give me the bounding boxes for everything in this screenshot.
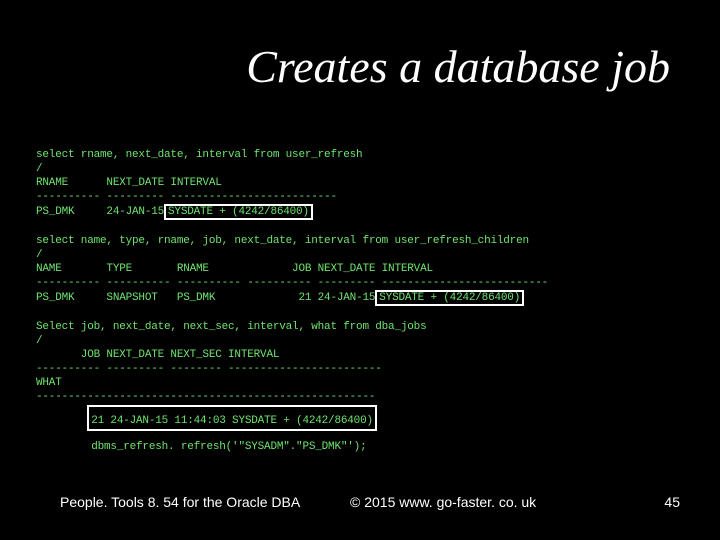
slide: Creates a database job select rname, nex… xyxy=(0,0,720,540)
code-line: ----------------------------------------… xyxy=(36,391,375,403)
highlight-box: SYSDATE + (4242/86400) xyxy=(164,204,313,220)
code-line: Select job, next_date, next_sec, interva… xyxy=(36,321,426,333)
highlight-box: SYSDATE + (4242/86400) xyxy=(375,290,524,306)
code-line: / xyxy=(36,335,42,347)
slide-title: Creates a database job xyxy=(246,40,670,93)
code-line: NAME TYPE RNAME JOB NEXT_DATE INTERVAL xyxy=(36,263,433,275)
code-line: RNAME NEXT_DATE INTERVAL xyxy=(36,177,222,189)
code-line: WHAT xyxy=(36,377,62,389)
code-line: PS_DMK SNAPSHOT PS_DMK 21 24-JAN-15 xyxy=(36,292,375,304)
code-line xyxy=(36,405,87,417)
code-line: select rname, next_date, interval from u… xyxy=(36,149,362,161)
highlight-box-large: 21 24-JAN-15 11:44:03 SYSDATE + (4242/86… xyxy=(87,405,377,431)
code-line: ---------- --------- -------- ----------… xyxy=(36,363,382,375)
code-line: JOB NEXT_DATE NEXT_SEC INTERVAL xyxy=(36,349,279,361)
footer-left: People. Tools 8. 54 for the Oracle DBA xyxy=(60,494,300,510)
page-number: 45 xyxy=(664,494,680,510)
code-line: 21 24-JAN-15 11:44:03 SYSDATE + (4242/86… xyxy=(91,415,373,427)
code-line: dbms_refresh. refresh('"SYSADM"."PS_DMK"… xyxy=(91,441,366,453)
code-line: PS_DMK 24-JAN-15 xyxy=(36,206,164,218)
footer-copyright: © 2015 www. go-faster. co. uk xyxy=(350,494,536,510)
code-line: / xyxy=(36,163,42,175)
code-line: ---------- --------- -------------------… xyxy=(36,191,337,203)
code-line: ---------- ---------- ---------- -------… xyxy=(36,277,548,289)
code-line: / xyxy=(36,249,42,261)
code-line: select name, type, rname, job, next_date… xyxy=(36,235,529,247)
code-block: select rname, next_date, interval from u… xyxy=(36,148,684,431)
